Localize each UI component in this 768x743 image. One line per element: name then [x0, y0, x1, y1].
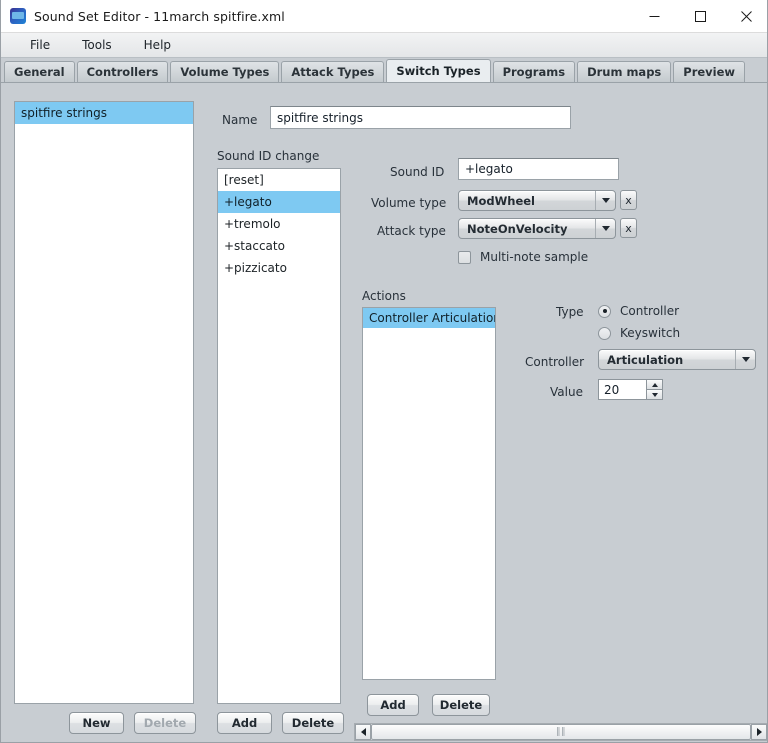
list-item[interactable]: +pizzicato — [218, 257, 340, 279]
delete-switch-type-button: Delete — [134, 712, 196, 734]
attack-type-label: Attack type — [377, 224, 446, 238]
sound-id-change-label: Sound ID change — [217, 149, 320, 163]
scrollbar-grip: ‖‖ — [556, 727, 566, 737]
attack-type-combobox[interactable]: NoteOnVelocity — [458, 218, 616, 239]
menu-bar: File Tools Help — [1, 33, 767, 58]
value-label: Value — [550, 385, 583, 399]
menu-tools[interactable]: Tools — [69, 35, 125, 55]
radio-box[interactable] — [598, 304, 611, 318]
list-item[interactable]: Controller Articulation — [363, 308, 495, 328]
new-switch-type-button[interactable]: New — [69, 712, 124, 734]
minimize-button[interactable] — [631, 0, 677, 32]
name-input[interactable]: spitfire strings — [270, 106, 571, 129]
menu-help[interactable]: Help — [131, 35, 184, 55]
spinner-up-icon[interactable] — [646, 379, 663, 390]
volume-type-label: Volume type — [371, 196, 447, 210]
list-item[interactable]: +staccato — [218, 235, 340, 257]
menu-file[interactable]: File — [17, 35, 63, 55]
list-item[interactable]: +tremolo — [218, 213, 340, 235]
title-bar: Sound Set Editor - 11march spitfire.xml — [1, 0, 767, 33]
radio-keyswitch-label: Keyswitch — [620, 326, 681, 340]
tab-general[interactable]: General — [4, 61, 75, 82]
checkbox-box[interactable] — [458, 250, 471, 264]
switch-types-panel: spitfire strings New Delete Name spitfir… — [1, 82, 767, 742]
controller-label: Controller — [525, 355, 585, 369]
delete-sound-id-button[interactable]: Delete — [282, 712, 344, 734]
radio-box[interactable] — [598, 326, 611, 340]
tab-drum-maps[interactable]: Drum maps — [577, 61, 672, 82]
tab-programs[interactable]: Programs — [492, 61, 576, 82]
delete-action-button[interactable]: Delete — [432, 694, 490, 716]
close-button[interactable] — [723, 0, 767, 32]
value-input[interactable]: 20 — [598, 379, 646, 400]
tab-volume-types[interactable]: Volume Types — [170, 61, 280, 82]
radio-keyswitch[interactable]: Keyswitch — [598, 326, 680, 340]
add-action-button[interactable]: Add — [367, 694, 419, 716]
name-label: Name — [222, 113, 258, 127]
tab-attack-types[interactable]: Attack Types — [281, 61, 385, 82]
sound-set-editor-window: Sound Set Editor - 11march spitfire.xml … — [0, 0, 768, 743]
type-label: Type — [556, 305, 584, 319]
chevron-down-icon[interactable] — [595, 191, 615, 210]
scrollbar-thumb[interactable]: ‖‖ — [371, 724, 751, 740]
volume-type-value: ModWheel — [467, 193, 535, 208]
chevron-down-icon[interactable] — [735, 350, 755, 369]
sound-id-change-listbox[interactable]: [reset] +legato +tremolo +staccato +pizz… — [217, 168, 341, 704]
window-controls — [631, 0, 767, 32]
list-item[interactable]: +legato — [218, 191, 340, 213]
actions-label: Actions — [362, 289, 406, 303]
list-item[interactable]: spitfire strings — [15, 102, 193, 124]
clear-volume-type-button[interactable]: x — [620, 190, 637, 210]
scrollbar-track[interactable]: ‖‖ — [371, 724, 751, 740]
tab-preview[interactable]: Preview — [673, 61, 746, 82]
scroll-right-arrow-icon[interactable] — [751, 724, 767, 740]
scroll-left-arrow-icon[interactable] — [355, 724, 371, 740]
controller-combobox[interactable]: Articulation — [598, 349, 756, 370]
volume-type-combobox[interactable]: ModWheel — [458, 190, 616, 211]
multi-note-sample-checkbox[interactable]: Multi-note sample — [458, 250, 588, 264]
horizontal-scrollbar[interactable]: ‖‖ — [354, 723, 767, 741]
app-icon — [10, 8, 26, 24]
window-title: Sound Set Editor - 11march spitfire.xml — [34, 8, 285, 24]
radio-controller[interactable]: Controller — [598, 304, 679, 318]
value-spinner[interactable]: 20 — [598, 379, 663, 400]
list-item[interactable]: [reset] — [218, 169, 340, 191]
switch-types-listbox[interactable]: spitfire strings — [14, 101, 194, 704]
actions-listbox[interactable]: Controller Articulation — [362, 307, 496, 680]
tab-strip: General Controllers Volume Types Attack … — [1, 59, 767, 82]
maximize-button[interactable] — [677, 0, 723, 32]
spinner-buttons — [646, 379, 663, 400]
tab-controllers[interactable]: Controllers — [76, 61, 169, 82]
multi-note-sample-label: Multi-note sample — [480, 250, 589, 264]
spinner-down-icon[interactable] — [646, 390, 663, 400]
sound-id-label: Sound ID — [390, 165, 445, 179]
chevron-down-icon[interactable] — [595, 219, 615, 238]
attack-type-value: NoteOnVelocity — [467, 221, 568, 236]
clear-attack-type-button[interactable]: x — [620, 218, 637, 238]
add-sound-id-button[interactable]: Add — [217, 712, 272, 734]
controller-value: Articulation — [607, 352, 684, 367]
tab-switch-types[interactable]: Switch Types — [386, 59, 491, 82]
sound-id-input[interactable]: +legato — [458, 158, 619, 180]
radio-controller-label: Controller — [620, 304, 680, 318]
